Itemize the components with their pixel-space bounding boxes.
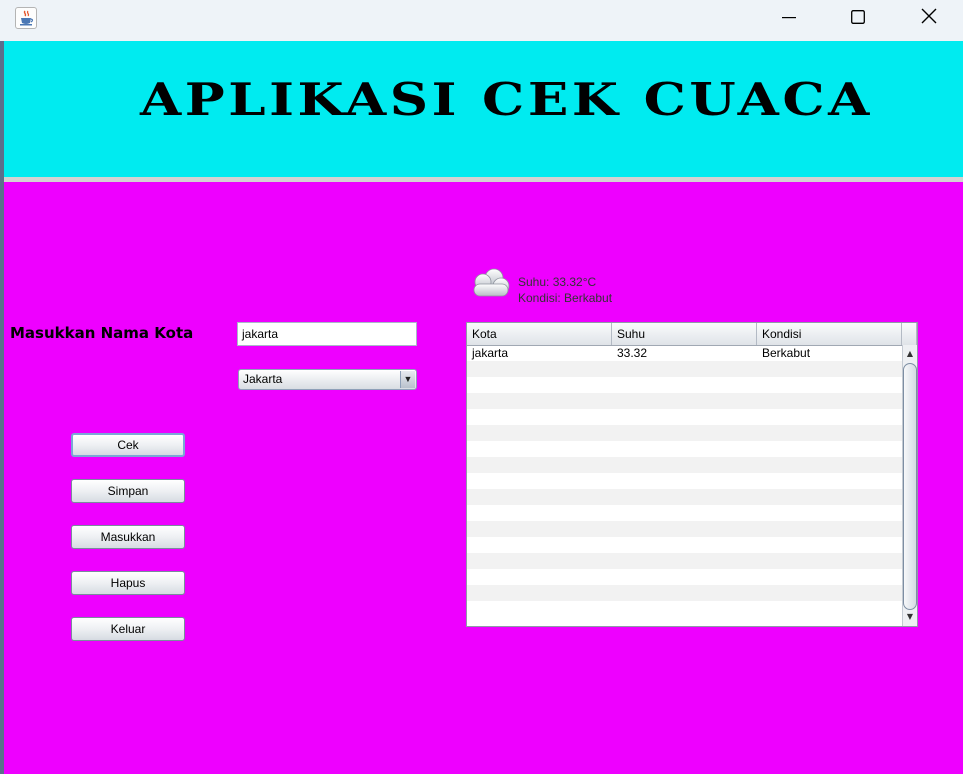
app-title: APLIKASI CEK CUACA — [140, 73, 873, 126]
column-header-kota[interactable]: Kota — [467, 323, 612, 345]
table-row-empty[interactable] — [467, 361, 902, 377]
table-row-empty[interactable] — [467, 521, 902, 537]
cloud-icon — [468, 266, 512, 300]
table-row-empty[interactable] — [467, 425, 902, 441]
table-row-empty[interactable] — [467, 393, 902, 409]
table-row-empty[interactable] — [467, 505, 902, 521]
temperature-text: Suhu: 33.32°C — [518, 275, 597, 289]
close-icon — [921, 8, 937, 28]
table-row-empty[interactable] — [467, 377, 902, 393]
table-row-empty[interactable] — [467, 473, 902, 489]
table-row-empty[interactable] — [467, 441, 902, 457]
minimize-button[interactable] — [767, 0, 811, 36]
table-row-empty[interactable] — [467, 553, 902, 569]
city-select[interactable]: Jakarta ▼ — [238, 369, 417, 390]
city-select-value: Jakarta — [243, 372, 283, 386]
table-scrollbar[interactable]: ▲ ▼ — [902, 345, 917, 626]
scroll-up-icon[interactable]: ▲ — [903, 347, 917, 361]
maximize-icon — [851, 9, 865, 28]
scroll-down-icon[interactable]: ▼ — [903, 610, 917, 624]
keluar-button[interactable]: Keluar — [71, 617, 185, 641]
table-cell: Berkabut — [762, 346, 811, 360]
masukkan-button[interactable]: Masukkan — [71, 525, 185, 549]
cek-button[interactable]: Cek — [71, 433, 185, 457]
table-header-corner — [902, 323, 917, 345]
simpan-button[interactable]: Simpan — [71, 479, 185, 503]
table-row-empty[interactable] — [467, 409, 902, 425]
table-row-empty[interactable] — [467, 489, 902, 505]
table-header: Kota Suhu Kondisi — [467, 323, 917, 346]
java-cup-icon — [15, 7, 37, 29]
city-label: Masukkan Nama Kota — [10, 324, 194, 342]
chevron-down-icon[interactable]: ▼ — [400, 371, 415, 388]
table-row-empty[interactable] — [467, 601, 902, 617]
table-row[interactable]: jakarta 33.32 Berkabut — [467, 345, 902, 361]
table-row-empty[interactable] — [467, 585, 902, 601]
city-input[interactable]: jakarta — [237, 322, 417, 346]
column-header-suhu[interactable]: Suhu — [612, 323, 757, 345]
table-row-empty[interactable] — [467, 537, 902, 553]
table-cell: jakarta — [472, 346, 509, 360]
hapus-button[interactable]: Hapus — [71, 571, 185, 595]
minimize-icon — [782, 9, 796, 28]
close-button[interactable] — [907, 0, 951, 36]
column-header-kondisi[interactable]: Kondisi — [757, 323, 902, 345]
scrollbar-thumb[interactable] — [903, 363, 917, 610]
maximize-button[interactable] — [836, 0, 880, 36]
table-cell: 33.32 — [617, 346, 648, 360]
title-bar — [0, 0, 963, 41]
condition-text: Kondisi: Berkabut — [518, 291, 613, 305]
weather-table[interactable]: Kota Suhu Kondisi jakarta 33.32 Berkabut ▲… — [466, 322, 918, 627]
table-body: jakarta 33.32 Berkabut — [467, 345, 902, 626]
table-row-empty[interactable] — [467, 569, 902, 585]
table-row-empty[interactable] — [467, 457, 902, 473]
